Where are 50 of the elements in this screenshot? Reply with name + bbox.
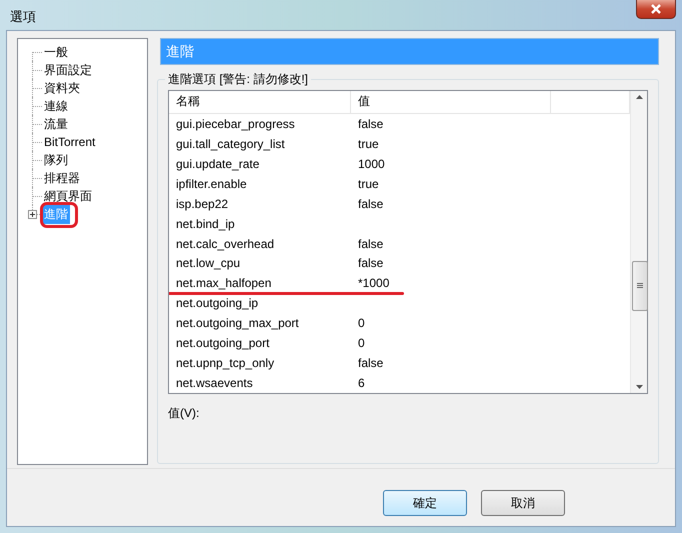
option-name: net.calc_overhead: [175, 236, 276, 251]
option-value: 1000: [357, 156, 386, 171]
tree-item[interactable]: 界面設定: [42, 60, 94, 80]
expand-icon[interactable]: [28, 210, 37, 219]
option-value: false: [357, 256, 384, 270]
option-name: net.outgoing_ip: [175, 296, 260, 310]
tree-item[interactable]: 一般: [42, 42, 70, 62]
option-value: false: [357, 116, 384, 131]
close-button[interactable]: [636, 0, 676, 19]
tree-item[interactable]: 隊列: [42, 150, 70, 170]
group-title: 進階選項 [警告: 請勿修改!]: [167, 71, 310, 88]
option-value: false: [357, 196, 384, 211]
option-name: net.upnp_tcp_only: [175, 356, 276, 370]
option-value: false: [357, 236, 384, 251]
value-label: 值(V):: [168, 405, 200, 422]
scroll-up-icon[interactable]: [636, 95, 642, 99]
option-value: 0: [357, 316, 366, 330]
option-name: net.max_halfopen: [175, 276, 272, 290]
option-name: net.outgoing_max_port: [175, 316, 300, 330]
column-header[interactable]: 名稱: [169, 91, 351, 113]
option-name: gui.piecebar_progress: [175, 116, 296, 131]
option-name: net.outgoing_port: [175, 336, 270, 350]
section-header: 進階: [160, 38, 659, 65]
dialog-button[interactable]: 取消: [481, 490, 565, 516]
option-name: net.low_cpu: [175, 256, 242, 270]
option-value: true: [357, 176, 380, 191]
option-name: gui.tall_category_list: [175, 136, 286, 151]
close-icon: [650, 4, 662, 14]
option-value: true: [357, 136, 380, 151]
tree-item[interactable]: 排程器: [42, 168, 82, 188]
option-name: gui.update_rate: [175, 156, 260, 171]
option-value: 6: [357, 376, 366, 390]
window-title: 選項: [10, 8, 36, 26]
scroll-thumb[interactable]: [632, 261, 648, 311]
option-name: isp.bep22: [175, 196, 230, 211]
tree-item[interactable]: 網頁界面: [42, 186, 94, 206]
scrollbar[interactable]: [630, 91, 647, 393]
option-value: 0: [357, 336, 366, 350]
tree-item[interactable]: 流量: [42, 114, 70, 134]
option-name: net.bind_ip: [175, 216, 236, 231]
option-name: net.wsaevents: [175, 376, 254, 390]
tree-item[interactable]: BitTorrent: [42, 134, 98, 150]
tree-item[interactable]: 資料夾: [42, 78, 82, 98]
option-value: *1000: [357, 276, 390, 290]
option-name: ipfilter.enable: [175, 176, 248, 191]
column-header[interactable]: 值: [351, 91, 551, 113]
scroll-down-icon[interactable]: [636, 385, 642, 389]
dialog-button[interactable]: 確定: [383, 490, 467, 516]
option-value: false: [357, 356, 384, 370]
tree-item[interactable]: 連線: [42, 96, 70, 116]
